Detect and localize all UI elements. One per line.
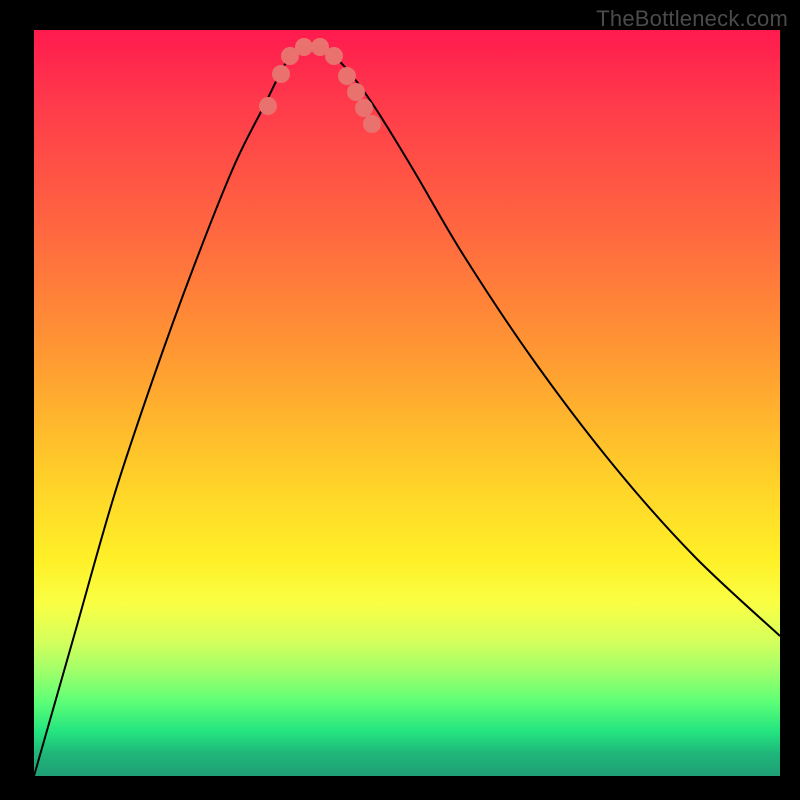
plot-area	[34, 30, 780, 776]
marker-dot	[355, 99, 373, 117]
watermark-text: TheBottleneck.com	[596, 6, 788, 32]
bottleneck-curve	[34, 45, 780, 776]
chart-frame: TheBottleneck.com	[0, 0, 800, 800]
marker-dot	[295, 38, 313, 56]
curve-svg	[34, 30, 780, 776]
marker-dot	[259, 97, 277, 115]
marker-dot	[338, 67, 356, 85]
highlight-markers	[259, 38, 381, 133]
marker-dot	[347, 83, 365, 101]
marker-dot	[363, 115, 381, 133]
marker-dot	[272, 65, 290, 83]
marker-dot	[325, 47, 343, 65]
